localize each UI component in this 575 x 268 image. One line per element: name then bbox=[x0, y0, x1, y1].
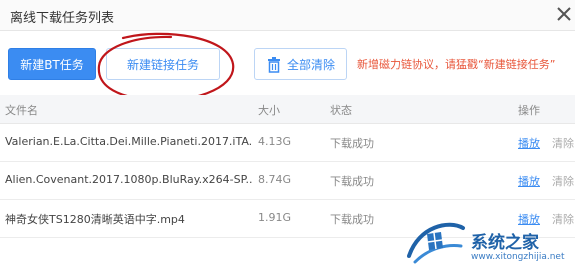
header-status: 状态 bbox=[330, 104, 352, 117]
trash-icon bbox=[268, 57, 280, 73]
magnet-tip-text: 新增磁力链协议，请猛戳“新建链接任务” bbox=[357, 58, 556, 71]
file-name: Alien.Covenant.2017.1080p.BluRay.x264-SP… bbox=[5, 173, 253, 186]
new-bt-task-button[interactable]: 新建BT任务 bbox=[8, 48, 96, 80]
dialog-title: 离线下载任务列表 bbox=[10, 11, 115, 26]
delete-link[interactable]: 清除 bbox=[552, 135, 575, 151]
file-size: 1.91G bbox=[258, 211, 292, 224]
delete-link[interactable]: 清除 bbox=[552, 173, 575, 189]
clear-all-button[interactable]: 全部清除 bbox=[254, 48, 347, 80]
dialog-titlebar: 离线下载任务列表 bbox=[0, 0, 575, 31]
toolbar: 新建BT任务 新建链接任务 全部清除 新增磁力链协议，请猛戳“新建链接任务” bbox=[0, 30, 575, 94]
clear-all-label: 全部清除 bbox=[287, 58, 336, 72]
table-row: Alien.Covenant.2017.1080p.BluRay.x264-SP… bbox=[0, 162, 575, 200]
header-file-name: 文件名 bbox=[5, 104, 38, 117]
play-link[interactable]: 播放 bbox=[518, 211, 540, 227]
file-name: Valerian.E.La.Citta.Dei.Mille.Pianeti.20… bbox=[5, 135, 253, 148]
header-size: 大小 bbox=[258, 104, 280, 117]
table-row: Valerian.E.La.Citta.Dei.Mille.Pianeti.20… bbox=[0, 124, 575, 162]
table-row: 神奇女侠TS1280清晰英语中字.mp4 1.91G 下载成功 播放 清除 bbox=[0, 200, 575, 238]
watermark-url: www.xitongzhijia.net bbox=[471, 252, 565, 262]
delete-link[interactable]: 清除 bbox=[552, 211, 575, 227]
new-link-task-button[interactable]: 新建链接任务 bbox=[106, 48, 220, 80]
file-size: 4.13G bbox=[258, 135, 292, 148]
file-name: 神奇女侠TS1280清晰英语中字.mp4 bbox=[5, 213, 185, 226]
download-status: 下载成功 bbox=[330, 175, 374, 188]
close-icon[interactable] bbox=[553, 3, 575, 25]
table-header: 文件名 大小 状态 操作 bbox=[0, 95, 575, 124]
download-status: 下载成功 bbox=[330, 137, 374, 150]
download-status: 下载成功 bbox=[330, 213, 374, 226]
file-size: 8.74G bbox=[258, 173, 292, 186]
offline-download-dialog: 离线下载任务列表 新建BT任务 新建链接任务 全部清除 新增磁力链协议，请猛戳“… bbox=[0, 0, 575, 268]
play-link[interactable]: 播放 bbox=[518, 173, 540, 189]
header-action: 操作 bbox=[518, 104, 540, 117]
play-link[interactable]: 播放 bbox=[518, 135, 540, 151]
